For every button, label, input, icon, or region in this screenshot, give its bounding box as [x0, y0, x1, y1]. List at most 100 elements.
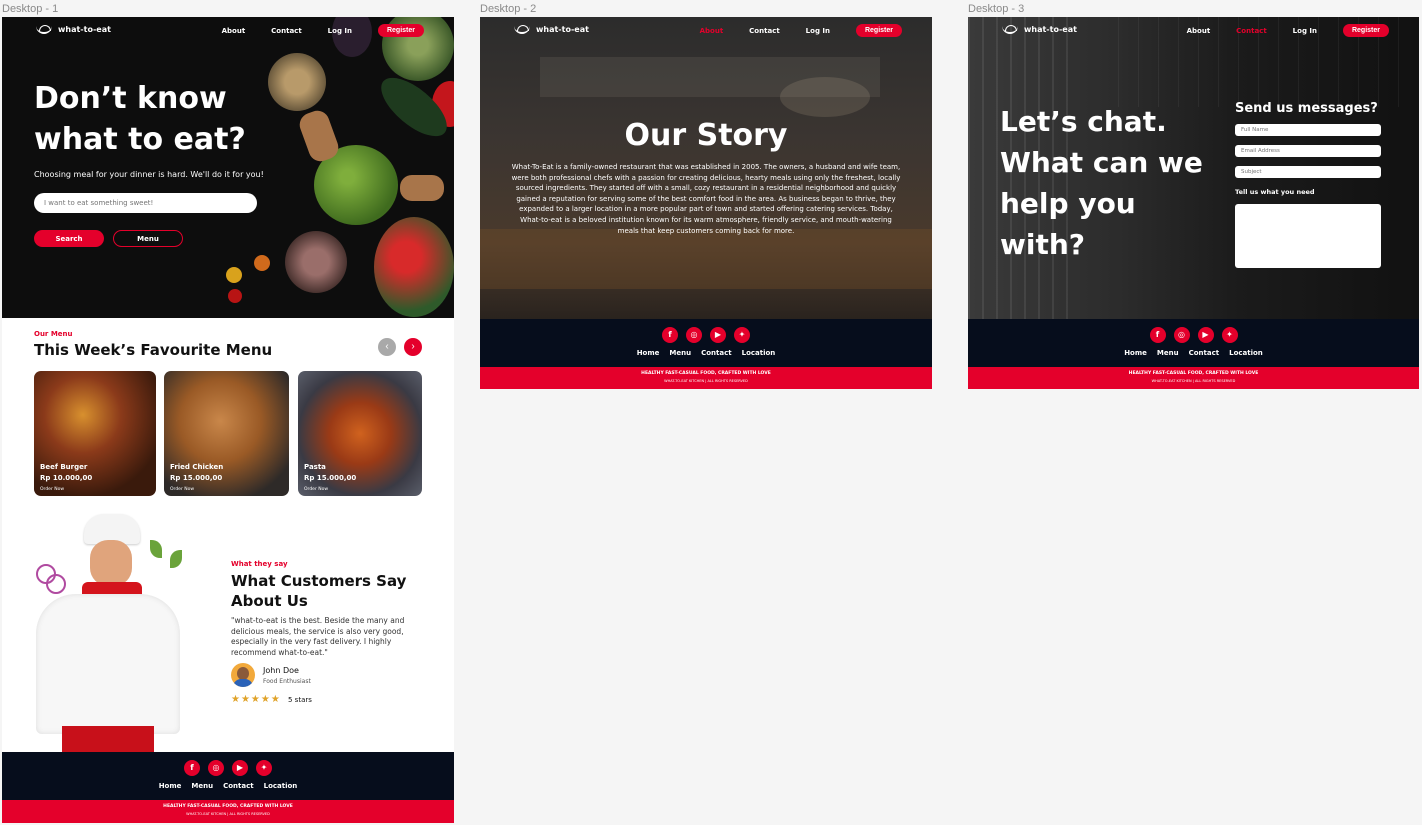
footer-bottom-bar: HEALTHY FAST-CASUAL FOOD, CRAFTED WITH L…	[968, 367, 1419, 389]
register-button[interactable]: Register	[1342, 24, 1389, 37]
menu-button[interactable]: Menu	[113, 230, 183, 247]
chef-coat	[36, 594, 180, 734]
register-button[interactable]: Register	[855, 24, 902, 37]
order-now-link[interactable]: Order Now	[304, 487, 328, 492]
menu-card-price: Rp 15.000,00	[304, 474, 357, 482]
twitter-icon[interactable]: ✦	[1221, 327, 1238, 343]
main-nav: About Contact Log In Register	[700, 24, 902, 37]
footer-link-home[interactable]: Home	[159, 782, 182, 790]
nav-contact-link[interactable]: Contact	[1236, 27, 1267, 35]
order-now-link[interactable]: Order Now	[170, 487, 194, 492]
menu-card-price: Rp 15.000,00	[170, 474, 223, 482]
leaf-icon	[150, 540, 162, 558]
kitchen-lamp	[780, 77, 870, 117]
menu-card-burger[interactable]: Beef Burger Rp 10.000,00 Order Now	[34, 371, 156, 496]
footer-link-contact[interactable]: Contact	[701, 349, 732, 357]
cherry-tomato-2-image	[254, 255, 270, 271]
footer-nav: Home Menu Contact Location	[2, 782, 454, 790]
nuts-bowl-image	[268, 53, 326, 111]
email-field[interactable]	[1235, 145, 1381, 157]
nav-contact-link[interactable]: Contact	[749, 27, 780, 35]
radish-image	[374, 217, 454, 317]
twitter-icon[interactable]: ✦	[256, 760, 272, 776]
footer-tagline: HEALTHY FAST-CASUAL FOOD, CRAFTED WITH L…	[163, 804, 293, 809]
next-arrow-icon[interactable]: ›	[404, 338, 422, 356]
footer-link-home[interactable]: Home	[637, 349, 660, 357]
brand-logo[interactable]: what-to-eat	[1002, 25, 1077, 34]
footer-link-location[interactable]: Location	[264, 782, 298, 790]
footer: f ◎ ▶ ✦ Home Menu Contact Location	[968, 319, 1419, 367]
footer-tagline: HEALTHY FAST-CASUAL FOOD, CRAFTED WITH L…	[641, 371, 771, 376]
desktop-1-frame: what-to-eat About Contact Log In Registe…	[2, 17, 454, 823]
form-title: Send us messages?	[1235, 101, 1378, 116]
onion-ring-icon	[46, 574, 66, 594]
nav-about-link[interactable]: About	[700, 27, 724, 35]
star-rating-icon: ★★★★★	[231, 694, 281, 705]
nav-login-link[interactable]: Log In	[1293, 27, 1317, 35]
avatar	[231, 663, 255, 687]
youtube-icon[interactable]: ▶	[1197, 327, 1214, 343]
full-name-field[interactable]	[1235, 124, 1381, 136]
author-name: John Doe	[263, 666, 299, 675]
youtube-icon[interactable]: ▶	[232, 760, 248, 776]
nav-about-link[interactable]: About	[1187, 27, 1211, 35]
footer-nav: Home Menu Contact Location	[968, 349, 1419, 357]
frame-label-desktop-3: Desktop - 3	[968, 3, 1025, 15]
footer-bottom-bar: HEALTHY FAST-CASUAL FOOD, CRAFTED WITH L…	[480, 367, 932, 389]
testimonial-title-line2: About Us	[231, 592, 308, 610]
contact-title-line2: What can we	[1000, 146, 1203, 179]
footer-nav: Home Menu Contact Location	[480, 349, 932, 357]
order-now-link[interactable]: Order Now	[40, 487, 64, 492]
twitter-icon[interactable]: ✦	[734, 327, 750, 343]
facebook-icon[interactable]: f	[184, 760, 200, 776]
nav-login-link[interactable]: Log In	[328, 27, 352, 35]
nav-contact-link[interactable]: Contact	[271, 27, 302, 35]
brand-name: what-to-eat	[58, 25, 111, 34]
hero-title: Don’t know what to eat?	[34, 78, 246, 160]
footer-link-location[interactable]: Location	[1229, 349, 1263, 357]
leaf-icon	[170, 550, 182, 568]
footer-link-menu[interactable]: Menu	[669, 349, 691, 357]
instagram-icon[interactable]: ◎	[686, 327, 702, 343]
message-label: Tell us what you need	[1235, 188, 1315, 196]
desktop-2-frame: what-to-eat About Contact Log In Registe…	[480, 17, 932, 389]
facebook-icon[interactable]: f	[662, 327, 678, 343]
facebook-icon[interactable]: f	[1149, 327, 1166, 343]
prev-arrow-icon[interactable]: ‹	[378, 338, 396, 356]
rating-text: 5 stars	[288, 696, 312, 704]
kitchen-counter	[480, 229, 932, 289]
subject-field[interactable]	[1235, 166, 1381, 178]
footer-link-location[interactable]: Location	[742, 349, 776, 357]
menu-card-name: Fried Chicken	[170, 463, 224, 471]
menu-card-pasta[interactable]: Pasta Rp 15.000,00 Order Now	[298, 371, 422, 496]
brand-logo[interactable]: what-to-eat	[36, 25, 111, 34]
footer-link-home[interactable]: Home	[1124, 349, 1147, 357]
chef-face	[90, 540, 132, 586]
footer-link-contact[interactable]: Contact	[1189, 349, 1220, 357]
youtube-icon[interactable]: ▶	[710, 327, 726, 343]
testimonial-title: What Customers Say About Us	[231, 571, 406, 611]
nav-login-link[interactable]: Log In	[806, 27, 830, 35]
instagram-icon[interactable]: ◎	[208, 760, 224, 776]
author-role: Food Enthusiast	[263, 678, 311, 685]
nav-about-link[interactable]: About	[222, 27, 246, 35]
hat-logo-icon	[36, 25, 52, 34]
message-textarea[interactable]	[1235, 204, 1381, 268]
hero-section: what-to-eat About Contact Log In Registe…	[2, 17, 454, 318]
menu-eyebrow: Our Menu	[34, 330, 73, 338]
search-button[interactable]: Search	[34, 230, 104, 247]
footer-link-menu[interactable]: Menu	[1157, 349, 1179, 357]
hat-logo-icon	[514, 25, 530, 34]
footer-link-contact[interactable]: Contact	[223, 782, 254, 790]
instagram-icon[interactable]: ◎	[1173, 327, 1190, 343]
footer-link-menu[interactable]: Menu	[191, 782, 213, 790]
menu-card-chicken[interactable]: Fried Chicken Rp 15.000,00 Order Now	[164, 371, 289, 496]
search-input[interactable]	[34, 193, 257, 213]
chef-image	[32, 514, 182, 752]
brand-logo[interactable]: what-to-eat	[514, 25, 589, 34]
register-button[interactable]: Register	[377, 24, 424, 37]
contact-title: Let’s chat. What can we help you with?	[1000, 101, 1203, 265]
menu-card-name: Pasta	[304, 463, 326, 471]
cherry-tomato-3-image	[228, 289, 242, 303]
cherry-tomato-image	[226, 267, 242, 283]
